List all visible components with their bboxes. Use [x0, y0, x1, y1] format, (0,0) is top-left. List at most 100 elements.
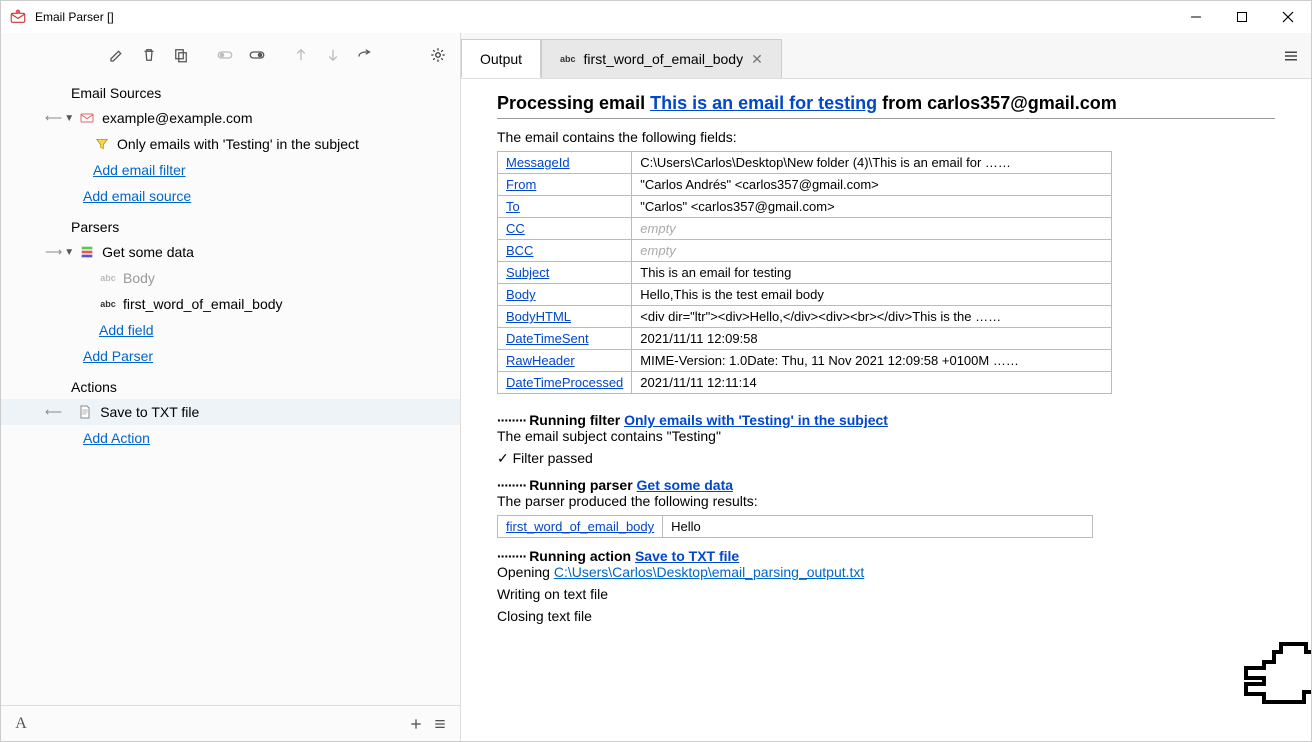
add-parser-link[interactable]: Add Parser	[1, 343, 460, 369]
add-email-filter-link[interactable]: Add email filter	[1, 157, 460, 183]
minimize-button[interactable]	[1173, 1, 1219, 33]
tree-item-firstword-field[interactable]: abc first_word_of_email_body	[1, 291, 460, 317]
field-key-link[interactable]: MessageId	[506, 155, 570, 170]
output-file-link[interactable]: C:\Users\Carlos\Desktop\email_parsing_ou…	[554, 564, 864, 580]
menu-button[interactable]	[428, 712, 452, 736]
toggle-on-button[interactable]	[243, 41, 271, 69]
table-row: BodyHTML <div dir="ltr"><div>Hello,</div>…	[498, 306, 1112, 328]
tree-item-label: Get some data	[102, 244, 194, 260]
tree-item-parser[interactable]: ⟶ ▼ Get some data	[1, 239, 460, 265]
email-subject-link[interactable]: This is an email for testing	[650, 93, 877, 113]
action-opening-line: Opening C:\Users\Carlos\Desktop\email_pa…	[497, 564, 1275, 580]
abc-icon: abc	[560, 54, 576, 64]
filter-run-title: ········ Running filter Only emails with…	[497, 412, 1275, 428]
text-file-icon	[76, 403, 94, 421]
tabs-menu-button[interactable]	[1271, 33, 1311, 78]
add-button[interactable]	[404, 712, 428, 736]
tree-item-label: Only emails with 'Testing' in the subjec…	[117, 136, 359, 152]
filter-icon	[93, 135, 111, 153]
tree-item-filter[interactable]: Only emails with 'Testing' in the subjec…	[1, 131, 460, 157]
close-button[interactable]	[1265, 1, 1311, 33]
field-key-link[interactable]: CC	[506, 221, 525, 236]
field-key-link[interactable]: To	[506, 199, 520, 214]
field-value: This is an email for testing	[632, 262, 1112, 284]
font-button[interactable]: A	[9, 712, 33, 736]
action-line-3: Closing text file	[497, 608, 1275, 624]
edit-button[interactable]	[103, 41, 131, 69]
field-key-link[interactable]: DateTimeSent	[506, 331, 589, 346]
action-line-2: Writing on text file	[497, 586, 1275, 602]
field-value: 2021/11/11 12:09:58	[632, 328, 1112, 350]
parser-name-link[interactable]: Get some data	[637, 477, 733, 493]
section-header-parsers: Parsers	[1, 215, 460, 239]
field-key-link[interactable]: From	[506, 177, 536, 192]
result-value: Hello	[663, 516, 1093, 538]
sidebar: Email Sources ⟵ ▼ example@example.com On…	[1, 33, 461, 741]
delete-button[interactable]	[135, 41, 163, 69]
copy-button[interactable]	[167, 41, 195, 69]
field-value: 2021/11/11 12:11:14	[632, 372, 1112, 394]
parser-intro: The parser produced the following result…	[497, 493, 1275, 509]
move-up-button[interactable]	[287, 41, 315, 69]
pointer-hand-overlay	[1241, 639, 1311, 729]
tab-label: Output	[480, 51, 522, 67]
tree-item-label: first_word_of_email_body	[123, 296, 283, 312]
table-row: CCempty	[498, 218, 1112, 240]
tree-item-body-field[interactable]: abc Body	[1, 265, 460, 291]
close-icon[interactable]: ✕	[751, 51, 763, 68]
tree-item-action-save-txt[interactable]: ⟵ Save to TXT file	[1, 399, 460, 425]
content-area: Output abc first_word_of_email_body ✕ Pr…	[461, 33, 1311, 741]
section-header-actions: Actions	[1, 375, 460, 399]
filter-line-1: The email subject contains "Testing"	[497, 428, 1275, 444]
tree-panel: Email Sources ⟵ ▼ example@example.com On…	[1, 77, 460, 705]
toggle-off-button[interactable]	[211, 41, 239, 69]
field-value: <div dir="ltr"><div>Hello,</div><div><br…	[632, 306, 1112, 328]
table-row: To"Carlos" <carlos357@gmail.com>	[498, 196, 1112, 218]
fields-intro: The email contains the following fields:	[497, 129, 1275, 145]
sidebar-bottom-bar: A	[1, 705, 460, 741]
fields-table: MessageId C:\Users\Carlos\Desktop\New fol…	[497, 151, 1112, 394]
sidebar-toolbar	[1, 33, 460, 77]
field-key-link[interactable]: RawHeader	[506, 353, 575, 368]
filter-line-2: ✓ Filter passed	[497, 450, 1275, 467]
parser-run-title: ········ Running parser Get some data	[497, 477, 1275, 493]
maximize-button[interactable]	[1219, 1, 1265, 33]
settings-button[interactable]	[424, 41, 452, 69]
redirect-button[interactable]	[351, 41, 379, 69]
section-header-email-sources: Email Sources	[1, 81, 460, 105]
table-row: Subject This is an email for testing	[498, 262, 1112, 284]
tab-first-word[interactable]: abc first_word_of_email_body ✕	[541, 39, 782, 78]
app-icon	[9, 8, 27, 26]
field-key-link[interactable]: DateTimeProcessed	[506, 375, 623, 390]
window-title: Email Parser []	[35, 10, 1173, 24]
output-panel[interactable]: Processing email This is an email for te…	[461, 79, 1311, 741]
result-key-link[interactable]: first_word_of_email_body	[506, 519, 654, 534]
field-value: "Carlos Andrés" <carlos357@gmail.com>	[632, 174, 1112, 196]
tree-item-account[interactable]: ⟵ ▼ example@example.com	[1, 105, 460, 131]
titlebar: Email Parser []	[1, 1, 1311, 33]
table-row: DateTimeSent 2021/11/11 12:09:58	[498, 328, 1112, 350]
add-field-link[interactable]: Add field	[1, 317, 460, 343]
caret-down-icon: ▼	[64, 113, 74, 124]
move-down-button[interactable]	[319, 41, 347, 69]
tab-output[interactable]: Output	[461, 39, 541, 78]
field-key-link[interactable]: Subject	[506, 265, 549, 280]
mail-icon	[78, 109, 96, 127]
caret-down-icon: ▼	[64, 247, 74, 258]
table-row: From "Carlos Andrés" <carlos357@gmail.com…	[498, 174, 1112, 196]
table-row: Body Hello,This is the test email body	[498, 284, 1112, 306]
parser-icon	[78, 243, 96, 261]
tree-item-label: Save to TXT file	[100, 404, 199, 420]
abc-icon: abc	[99, 269, 117, 287]
field-key-link[interactable]: BCC	[506, 243, 533, 258]
field-value: C:\Users\Carlos\Desktop\New folder (4)\T…	[632, 152, 1112, 174]
abc-icon: abc	[99, 295, 117, 313]
table-row: BCCempty	[498, 240, 1112, 262]
field-key-link[interactable]: BodyHTML	[506, 309, 571, 324]
filter-name-link[interactable]: Only emails with 'Testing' in the subjec…	[624, 412, 888, 428]
add-action-link[interactable]: Add Action	[1, 425, 460, 451]
field-key-link[interactable]: Body	[506, 287, 536, 302]
add-email-source-link[interactable]: Add email source	[1, 183, 460, 209]
field-value: Hello,This is the test email body	[632, 284, 1112, 306]
action-name-link[interactable]: Save to TXT file	[635, 548, 739, 564]
